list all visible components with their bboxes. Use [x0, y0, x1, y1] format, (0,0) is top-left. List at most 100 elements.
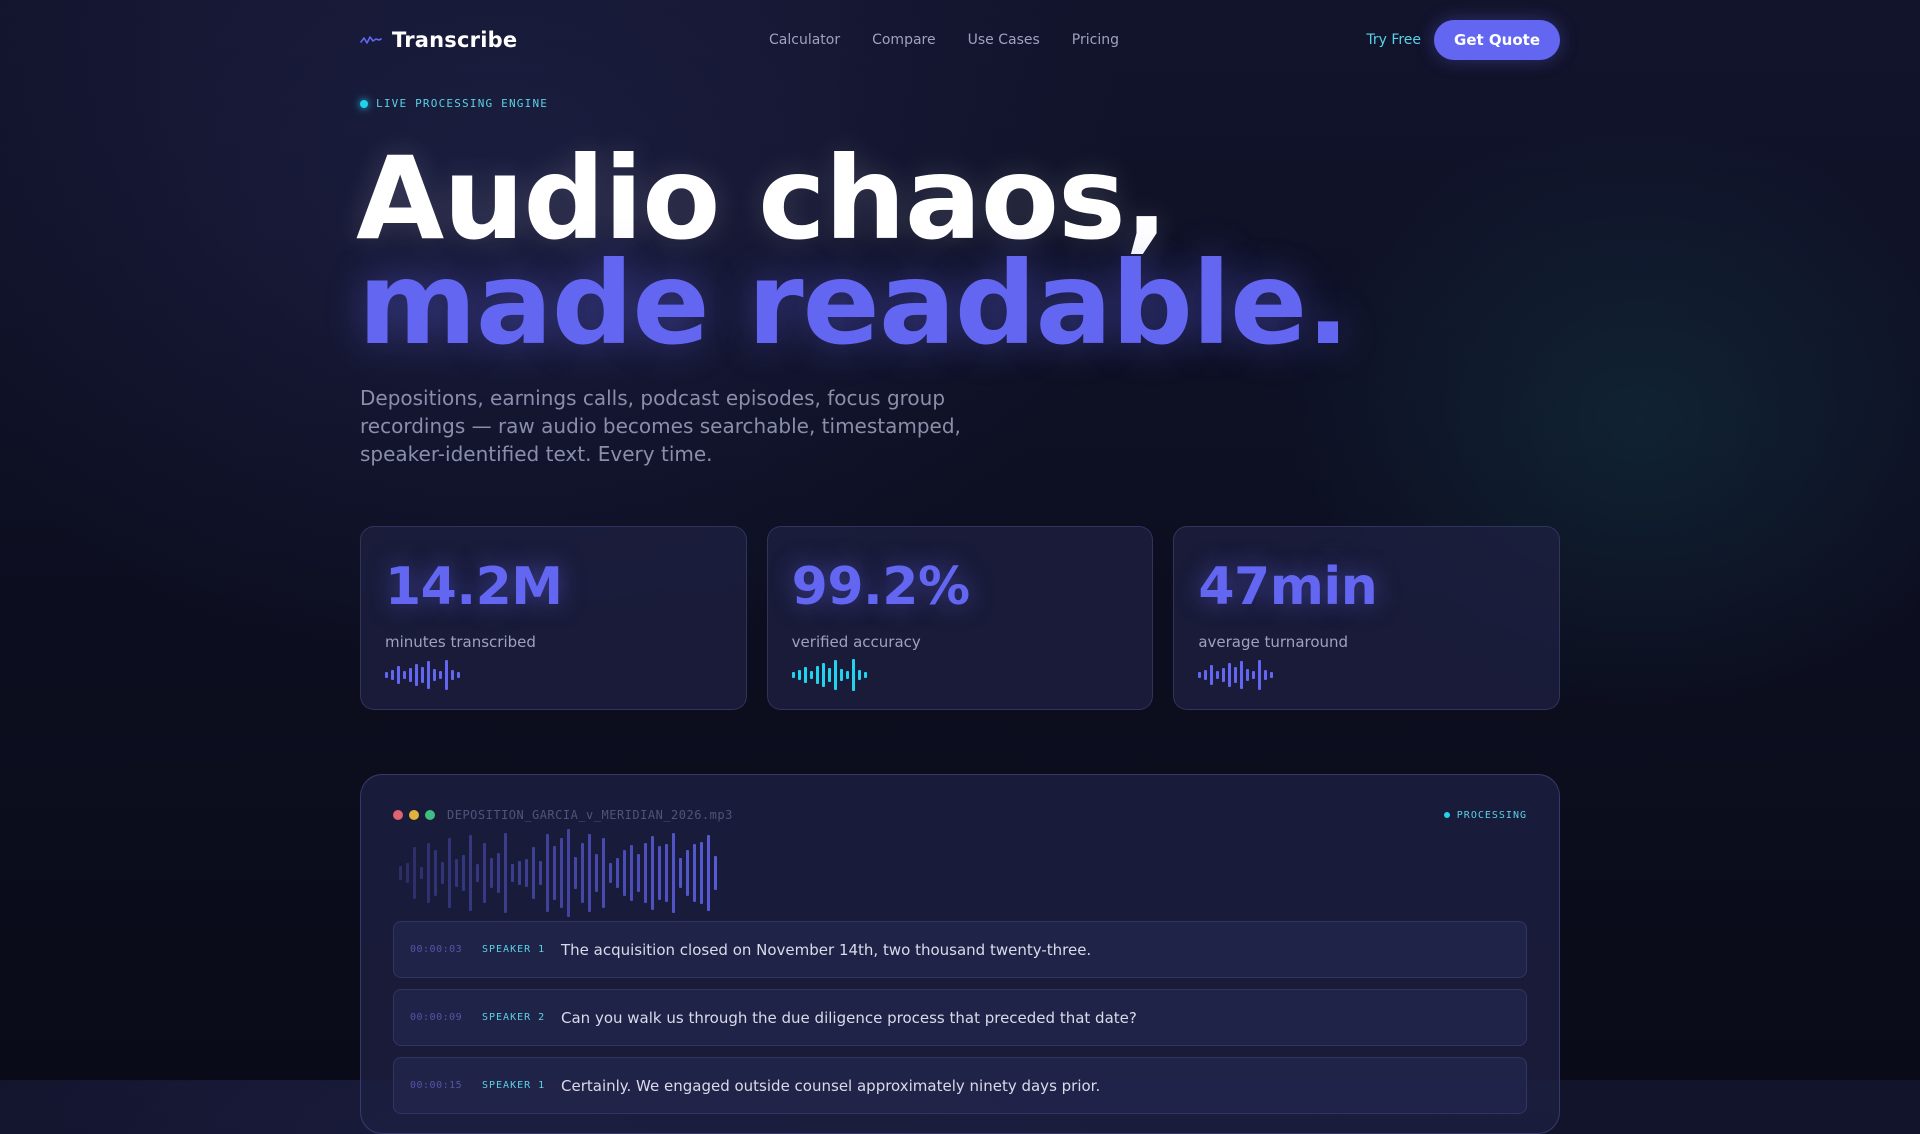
waveform-bar	[490, 858, 493, 888]
waveform-bar	[434, 850, 437, 896]
waveform-bar	[1264, 670, 1268, 680]
waveform-bar	[546, 834, 549, 912]
waveform-bar	[1222, 668, 1226, 682]
waveform-bar	[616, 858, 619, 888]
waveform-bar	[445, 660, 448, 690]
waveform-bar	[409, 668, 412, 682]
waveform-bar	[462, 855, 465, 891]
hero-title-line2: made readable.	[358, 237, 1350, 370]
waveform-bar	[845, 671, 849, 679]
waveform-bar	[821, 663, 825, 687]
waveform-bar	[1246, 669, 1250, 681]
waveform-bar	[1216, 671, 1220, 679]
waveform-bar	[595, 854, 598, 892]
stat-value: 99.2%	[791, 557, 970, 617]
brand-logo[interactable]: Transcribe	[360, 28, 517, 52]
waveform-bar	[560, 838, 563, 908]
stat-value: 47min	[1198, 557, 1378, 617]
waveform-bar	[693, 844, 696, 902]
waveform-bar	[839, 669, 843, 681]
transcript-rows: 00:00:03 SPEAKER 1 The acquisition close…	[393, 921, 1527, 1114]
waveform-bar	[421, 667, 424, 683]
waveform-bar	[420, 867, 423, 879]
waveform-bar	[406, 863, 409, 883]
waveform-bar	[827, 668, 831, 682]
brand-name: Transcribe	[392, 28, 518, 52]
waveform-bar	[441, 862, 444, 884]
waveform-bar	[525, 859, 528, 887]
waveform-bar	[451, 670, 454, 680]
window-dot-yellow	[409, 810, 419, 820]
waveform-bar	[469, 835, 472, 911]
nav-link-pricing[interactable]: Pricing	[1072, 32, 1119, 48]
waveform-bar	[511, 864, 514, 882]
waveform-bar	[403, 671, 406, 679]
row-speaker: SPEAKER 2	[482, 1012, 546, 1023]
waveform-bar	[1228, 663, 1232, 687]
live-badge: LIVE PROCESSING ENGINE	[360, 97, 548, 110]
waveform-bar	[700, 842, 703, 904]
row-timestamp: 00:00:15	[410, 1080, 463, 1091]
waveform-bar	[588, 834, 591, 912]
processing-text: PROCESSING	[1456, 809, 1527, 821]
waveform-bar	[797, 670, 801, 680]
row-speaker: SPEAKER 1	[482, 944, 546, 955]
waveform-bar	[714, 856, 717, 890]
waveform-bar	[863, 672, 867, 678]
waveform-bar	[427, 843, 430, 903]
waveform-bar	[483, 843, 486, 903]
waveform-bar	[857, 670, 861, 680]
waveform-bar	[1258, 660, 1262, 690]
nav-link-calculator[interactable]: Calculator	[769, 32, 840, 48]
waveform-bar	[1270, 672, 1274, 678]
nav-actions: Try Free Get Quote	[1366, 20, 1560, 60]
nav-link-compare[interactable]: Compare	[872, 32, 936, 48]
transcript-row[interactable]: 00:00:09 SPEAKER 2 Can you walk us throu…	[393, 989, 1527, 1046]
window-dot-red	[393, 810, 403, 820]
waveform-bar	[630, 845, 633, 901]
waveform-bar	[391, 670, 394, 680]
stat-label: average turnaround	[1198, 633, 1349, 651]
window-dots	[393, 810, 435, 820]
get-quote-button[interactable]: Get Quote	[1434, 20, 1560, 60]
row-text: Certainly. We engaged outside counsel ap…	[561, 1076, 1101, 1095]
waveform-bar	[385, 672, 388, 678]
waveform-bar	[707, 835, 710, 911]
mini-waveform-icon	[1198, 659, 1535, 691]
waveform-bar	[651, 836, 654, 910]
waveform-bar	[679, 858, 682, 888]
waveform-bar	[1204, 670, 1208, 680]
mini-waveform-icon	[385, 659, 722, 691]
row-timestamp: 00:00:09	[410, 1012, 463, 1023]
live-status-dot	[360, 99, 368, 108]
waveform-bar	[399, 866, 402, 880]
waveform-bar	[1210, 665, 1214, 685]
row-text: Can you walk us through the due diligenc…	[561, 1008, 1137, 1027]
waveform-bar	[497, 853, 500, 893]
waveform-bar	[553, 846, 556, 900]
waveform-bar	[397, 666, 400, 684]
mini-waveform-icon	[791, 659, 1129, 691]
waveform-bar	[1198, 672, 1202, 678]
waveform-bar	[581, 843, 584, 903]
stat-value: 14.2M	[385, 557, 563, 617]
transcript-row[interactable]: 00:00:03 SPEAKER 1 The acquisition close…	[393, 921, 1527, 978]
waveform-bar	[413, 847, 416, 899]
processing-dot	[1443, 812, 1450, 818]
waveform-bar	[672, 833, 675, 913]
stat-card-turnaround: 47min average turnaround	[1173, 526, 1561, 710]
live-badge-text: LIVE PROCESSING ENGINE	[376, 97, 549, 110]
top-nav: Transcribe Calculator Compare Use Cases …	[360, 20, 1560, 60]
row-speaker: SPEAKER 1	[482, 1080, 546, 1091]
waveform-bar	[415, 664, 418, 686]
nav-link-use-cases[interactable]: Use Cases	[968, 32, 1040, 48]
waveform-bar	[658, 846, 661, 900]
waveform-bar	[1240, 661, 1244, 689]
processing-status: PROCESSING	[1443, 809, 1527, 821]
waveform-bar	[791, 672, 795, 678]
stat-card-minutes: 14.2M minutes transcribed	[360, 526, 747, 710]
stat-label: minutes transcribed	[385, 633, 536, 651]
try-free-link[interactable]: Try Free	[1366, 32, 1421, 48]
waveform-bar	[433, 669, 436, 681]
transcript-row[interactable]: 00:00:15 SPEAKER 1 Certainly. We engaged…	[393, 1057, 1527, 1114]
